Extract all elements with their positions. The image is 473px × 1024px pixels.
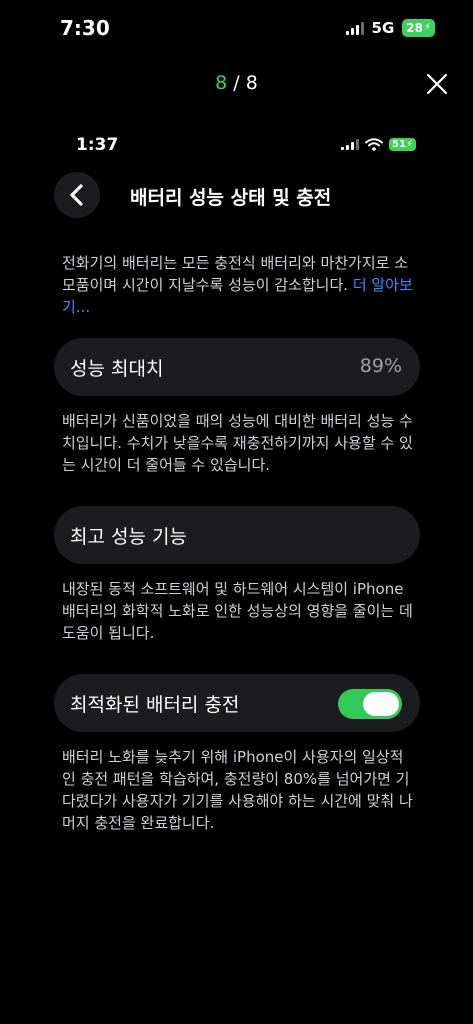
optimized-charging-row: 최적화된 배터리 충전 — [54, 674, 420, 732]
peak-performance-description: 내장된 동적 소프트웨어 및 하드웨어 시스템이 iPhone 배터리의 화학적… — [62, 580, 413, 642]
optimized-charging-label: 최적화된 배터리 충전 — [70, 694, 240, 716]
maximum-capacity-row: 성능 최대치 89% — [54, 338, 420, 396]
current-index: 8 — [215, 72, 228, 94]
battery-level: 51 — [392, 139, 406, 150]
charging-bolt-icon: ⚡ — [405, 139, 413, 150]
counter-separator: / — [227, 72, 246, 94]
inner-status-icons: 51⚡ — [341, 138, 416, 151]
cellular-signal-icon — [345, 21, 364, 35]
optimized-charging-description: 배터리 노화를 늦추기 위해 iPhone이 사용자의 일상적인 충전 패턴을 … — [62, 748, 413, 832]
inner-status-bar: 1:37 51⚡ — [48, 118, 438, 168]
navigation-bar: 배터리 성능 상태 및 충전 — [48, 168, 438, 224]
optimized-charging-toggle[interactable] — [338, 689, 402, 719]
outer-status-bar: 7:30 5G 28 ⚡ — [0, 0, 473, 58]
image-counter: 8 / 8 — [0, 72, 473, 94]
peak-performance-label: 최고 성능 기능 — [70, 526, 187, 548]
maximum-capacity-label: 성능 최대치 — [70, 358, 164, 380]
intro-description: 전화기의 배터리는 모든 충전식 배터리와 마찬가지로 소모품이며 시간이 지날… — [48, 252, 438, 318]
toggle-knob — [363, 692, 399, 716]
outer-status-icons: 5G 28 ⚡ — [345, 19, 435, 37]
close-button[interactable] — [423, 70, 451, 98]
charging-bolt-icon: ⚡ — [423, 22, 431, 33]
maximum-capacity-value: 89% — [359, 355, 402, 377]
battery-icon: 28 ⚡ — [402, 19, 435, 37]
maximum-capacity-description: 배터리가 신품이었을 때의 성능에 대비한 배터리 성능 수치입니다. 수치가 … — [62, 412, 413, 474]
total-count: 8 — [245, 72, 258, 94]
cellular-signal-icon — [341, 139, 360, 150]
battery-icon: 51⚡ — [389, 138, 416, 151]
outer-clock: 7:30 — [60, 16, 110, 40]
peak-performance-row[interactable]: 최고 성능 기능 — [54, 506, 420, 564]
chevron-left-icon — [70, 184, 83, 206]
inner-clock: 1:37 — [76, 135, 119, 155]
page-title: 배터리 성능 상태 및 충전 — [130, 187, 332, 209]
battery-level: 28 — [406, 21, 423, 35]
back-button[interactable] — [54, 172, 100, 218]
close-icon — [426, 73, 448, 95]
screenshot-image: 1:37 51⚡ 배터리 성능 상태 및 충전 전화기의 배터리는 모든 충전식… — [48, 118, 438, 1024]
wifi-icon — [365, 138, 384, 151]
network-type: 5G — [371, 19, 395, 37]
